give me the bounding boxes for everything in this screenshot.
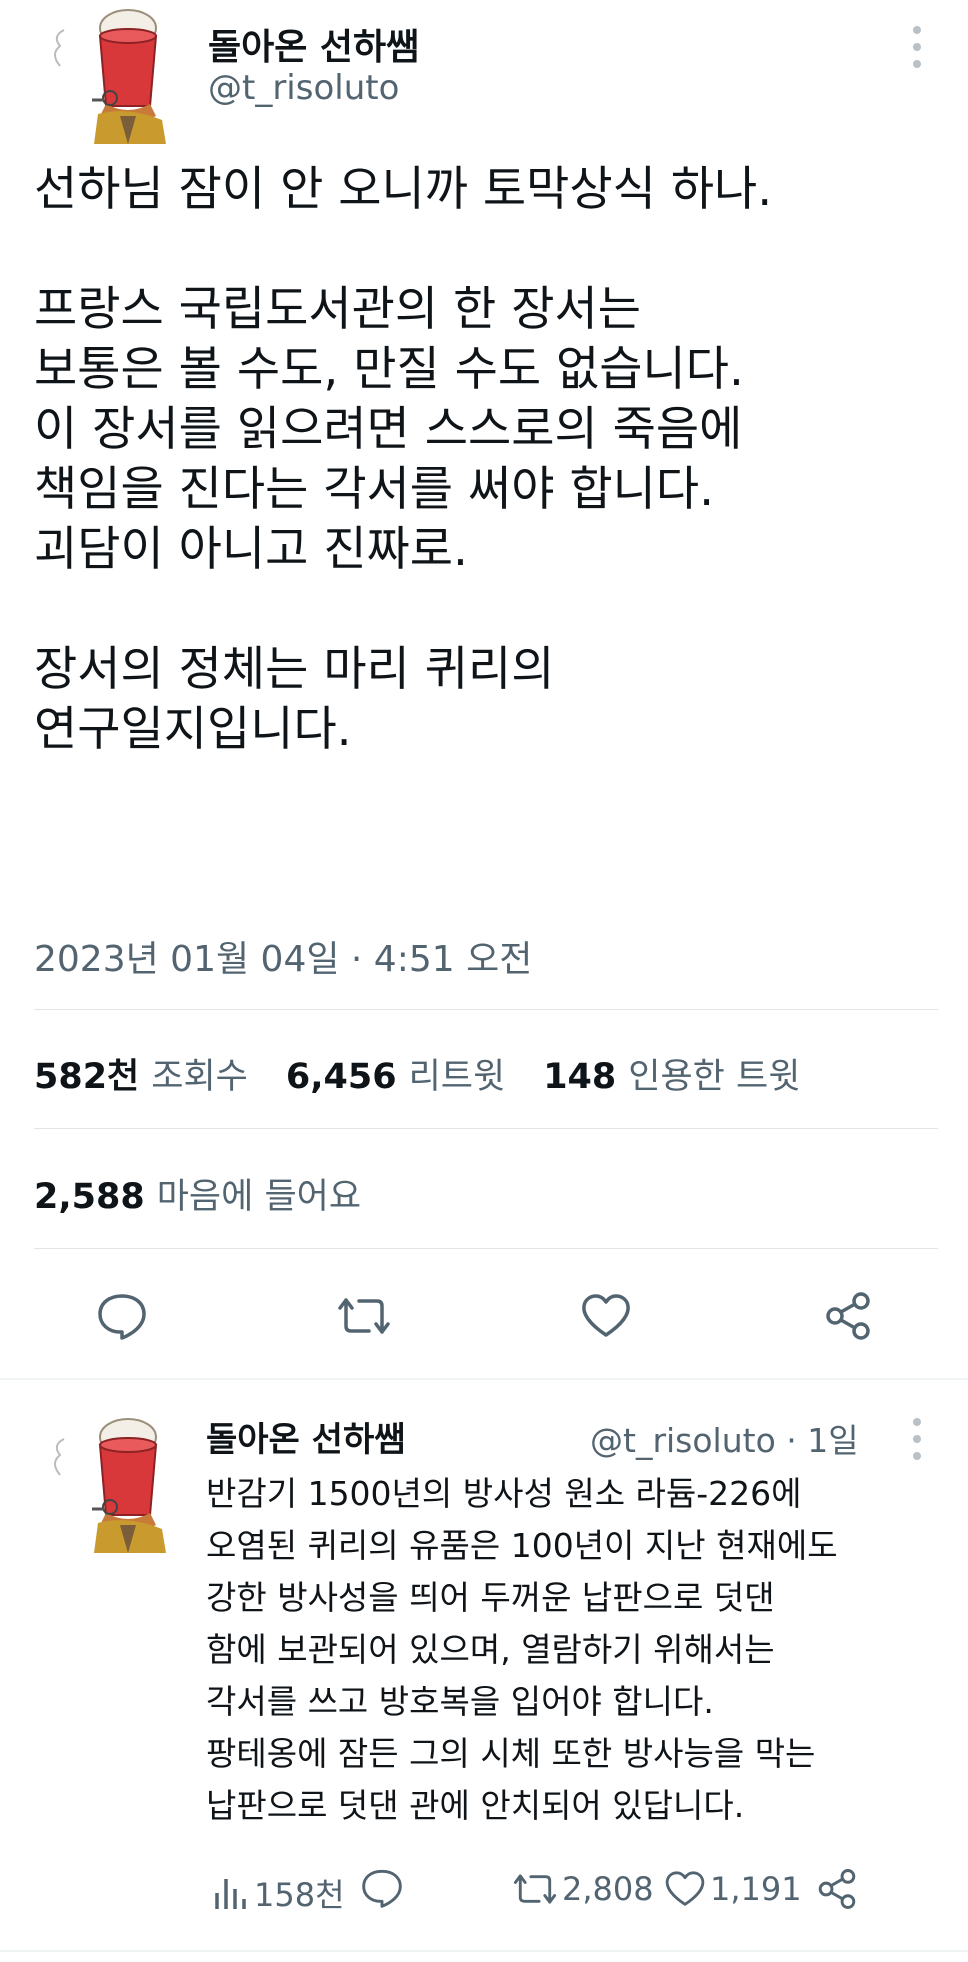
reply-reply-icon[interactable] <box>360 1868 408 1908</box>
tweet-line: 책임을 진다는 각서를 써야 합니다. <box>34 462 715 517</box>
retweets-label[interactable]: 리트윗 <box>409 1048 506 1099</box>
likes-count[interactable]: 2,588 <box>34 1177 145 1217</box>
tweet-line: 보통은 볼 수도, 만질 수도 없습니다. <box>34 342 744 397</box>
tweet-line <box>34 580 944 640</box>
timestamp[interactable]: 2023년 01월 04일 · 4:51 오전 <box>34 930 532 982</box>
likes-stat: 2,588 마음에 들어요 <box>34 1168 399 1219</box>
reply-line: 팡테옹에 잠든 그의 시체 또한 방사능을 막는 <box>206 1734 816 1773</box>
more-options-icon[interactable] <box>910 26 924 68</box>
reply-line: 강한 방사성을 띄어 두꺼운 납판으로 덧댄 <box>206 1578 775 1617</box>
tweet-line: 연구일지입니다. <box>34 702 352 757</box>
reply-line: 오염된 퀴리의 유품은 100년이 지난 현재에도 <box>206 1526 838 1565</box>
divider <box>34 1248 938 1249</box>
action-bar <box>0 1280 968 1350</box>
retweets-count[interactable]: 6,456 <box>286 1057 397 1097</box>
tweet-text: 선하님 잠이 안 오니까 토막상식 하나. 프랑스 국립도서관의 한 장서는 보… <box>34 160 944 760</box>
retweet-icon[interactable] <box>334 1290 394 1342</box>
reply-action-bar: 158천 2,808 1,191 <box>0 1862 968 1922</box>
reply-retweet[interactable]: 2,808 <box>512 1870 654 1908</box>
like-icon[interactable] <box>576 1290 636 1342</box>
like-icon <box>665 1871 705 1906</box>
reply-line: 각서를 쓰고 방호복을 입어야 합니다. <box>206 1682 714 1721</box>
reply-handle-time[interactable]: @t_risoluto · 1일 <box>590 1414 859 1462</box>
tweet-line: 괴담이 아니고 진짜로. <box>34 522 468 577</box>
views-icon <box>215 1879 246 1909</box>
divider <box>0 1378 968 1380</box>
reply-share-icon[interactable] <box>816 1868 862 1910</box>
views-label[interactable]: 조회수 <box>151 1048 248 1099</box>
reply-like[interactable]: 1,191 <box>664 1870 802 1908</box>
divider <box>0 1950 968 1952</box>
author-name[interactable]: 돌아온 선하쌤 <box>208 18 419 70</box>
reply-text: 반감기 1500년의 방사성 원소 라듐-226에 오염된 퀴리의 유품은 10… <box>206 1468 946 1832</box>
likes-label[interactable]: 마음에 들어요 <box>157 1168 361 1219</box>
reply-avatar[interactable] <box>40 1405 170 1555</box>
reply-author-name[interactable]: 돌아온 선하쌤 <box>206 1412 406 1461</box>
reply-views[interactable]: 158천 <box>212 1870 345 1916</box>
share-icon[interactable] <box>818 1290 878 1342</box>
tweet-line: 장서의 정체는 마리 퀴리의 <box>34 642 555 697</box>
reply-likes-count: 1,191 <box>710 1870 802 1908</box>
reply-line: 함에 보관되어 있으며, 열람하기 위해서는 <box>206 1630 775 1669</box>
reply-line: 납판으로 덧댄 관에 안치되어 있답니다. <box>206 1786 745 1825</box>
reply-retweets-count: 2,808 <box>562 1870 654 1908</box>
views-count[interactable]: 582천 <box>34 1048 139 1099</box>
divider <box>34 1128 938 1129</box>
avatar[interactable] <box>40 6 170 146</box>
author-handle[interactable]: @t_risoluto <box>208 68 399 108</box>
quotes-count[interactable]: 148 <box>543 1057 616 1097</box>
reply-line: 반감기 1500년의 방사성 원소 라듐-226에 <box>206 1474 802 1513</box>
engagement-stats: 582천 조회수 6,456 리트윗 148 인용한 트윗 <box>34 1048 838 1099</box>
tweet-line: 이 장서를 읽으려면 스스로의 죽음에 <box>34 402 743 457</box>
tweet-line: 프랑스 국립도서관의 한 장서는 <box>34 282 641 337</box>
reply-icon[interactable] <box>92 1290 152 1342</box>
reply-more-options-icon[interactable] <box>910 1418 924 1460</box>
reply-views-count: 158천 <box>254 1876 345 1914</box>
tweet-line <box>34 220 944 280</box>
retweet-icon <box>513 1874 557 1904</box>
tweet-line: 선하님 잠이 안 오니까 토막상식 하나. <box>34 162 773 217</box>
quotes-label[interactable]: 인용한 트윗 <box>628 1048 800 1099</box>
divider <box>34 1009 938 1010</box>
